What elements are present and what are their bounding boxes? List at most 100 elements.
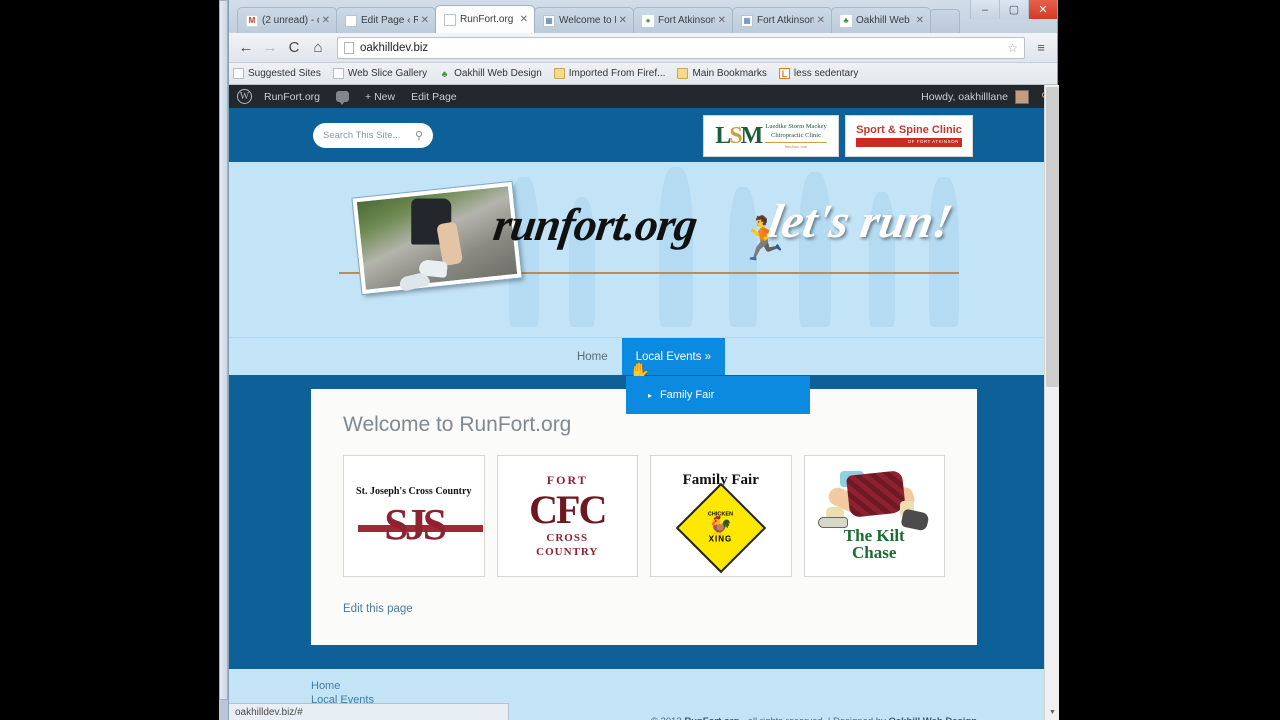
admin-bar-site-name[interactable]: RunFort.org <box>264 91 320 103</box>
howdy-label[interactable]: Howdy, oakhilllane <box>921 91 1008 103</box>
content-card: Welcome to RunFort.org St. Joseph's Cros… <box>311 389 977 645</box>
nav-item-local-events-label: Local Events » <box>635 350 712 363</box>
fort-cross-country-logo[interactable]: FORT CFC CROSS COUNTRY <box>496 455 638 577</box>
window-icon: ▦ <box>543 14 555 27</box>
close-icon[interactable]: ✕ <box>520 14 528 25</box>
screen: M (2 unread) - oakh ✕ Edit Page ‹ RunF ✕… <box>0 0 1280 720</box>
lsm-line2: Chiropractic Clinic <box>771 131 822 139</box>
admin-bar-account: Howdy, oakhilllane ⚲ <box>921 89 1059 104</box>
lsm-chiropractic-logo[interactable]: LSM Luedtke Storm Mackey Chiropractic Cl… <box>703 115 839 157</box>
cfc-monogram: CFC <box>529 487 607 533</box>
content-band: Welcome to RunFort.org St. Joseph's Cros… <box>229 375 1059 669</box>
home-icon[interactable]: ⌂ <box>307 37 329 59</box>
browser-tab[interactable]: ▦ Fort Atkinson Hi ✕ <box>732 7 832 33</box>
search-input[interactable]: Search This Site... <box>323 130 400 141</box>
gmail-icon: M <box>246 14 258 27</box>
cfc-bottom-1: CROSS <box>546 532 589 545</box>
browser-tab[interactable]: M (2 unread) - oakh ✕ <box>237 7 337 33</box>
footer-link-home[interactable]: Home <box>311 681 977 692</box>
tab-label: Edit Page ‹ RunF <box>361 15 418 26</box>
copyright-mid: - all rights reserved. | Designed by <box>739 716 888 720</box>
bookmark-label: Web Slice Gallery <box>347 68 428 79</box>
tab-list: M (2 unread) - oakh ✕ Edit Page ‹ RunF ✕… <box>237 0 1057 33</box>
browser-tab[interactable]: Edit Page ‹ RunF ✕ <box>336 7 436 33</box>
cfc-top: FORT <box>546 473 588 488</box>
close-button[interactable]: ✕ <box>1028 0 1057 19</box>
browser-window: M (2 unread) - oakh ✕ Edit Page ‹ RunF ✕… <box>228 0 1059 720</box>
nav-item-local-events[interactable]: Local Events » ✋ <box>621 338 726 381</box>
bookmark-item[interactable]: Imported From Firef... <box>553 68 666 79</box>
kilt-chase-logo[interactable]: The Kilt Chase <box>803 455 945 577</box>
close-icon[interactable]: ✕ <box>916 15 924 26</box>
bookmark-star-icon[interactable]: ☆ <box>1007 41 1018 55</box>
admin-bar-edit-page[interactable]: Edit Page <box>411 91 457 103</box>
copyright-site: RunFort.org <box>684 716 739 720</box>
bookmark-label: Suggested Sites <box>248 68 321 79</box>
green-dot-icon: ● <box>642 14 654 27</box>
back-icon[interactable]: ← <box>235 37 257 59</box>
document-icon <box>233 68 244 79</box>
submenu-item-family-fair[interactable]: ▸ Family Fair <box>626 380 810 410</box>
sjs-monogram: SJS <box>358 499 484 549</box>
bookmark-item[interactable]: Suggested Sites <box>233 68 321 79</box>
edit-this-page-link[interactable]: Edit this page <box>343 603 945 615</box>
browser-tab[interactable]: ♣ Oakhill Web Des ✕ <box>831 7 931 33</box>
nav-item-home[interactable]: Home <box>563 338 622 375</box>
ssc-sub: OF FORT ATKINSON <box>856 138 962 147</box>
outer-window-scrollbar[interactable] <box>219 0 228 720</box>
page-scrollbar[interactable]: ▲ ▼ <box>1044 85 1059 720</box>
outer-scrollbar-thumb[interactable] <box>219 0 228 700</box>
tree-icon: ♣ <box>840 14 852 27</box>
tab-label: Fort Atkinson Hi <box>658 15 715 26</box>
close-icon[interactable]: ✕ <box>718 15 726 26</box>
tab-label: RunFort.org | Let <box>460 14 517 25</box>
logo-grid: St. Joseph's Cross Country SJS FORT CFC … <box>343 455 945 577</box>
scroll-down-icon[interactable]: ▼ <box>1045 705 1059 720</box>
magnifier-icon[interactable]: ⚲ <box>415 129 423 142</box>
lsm-monogram: LSM <box>715 122 763 149</box>
scrollbar-thumb[interactable] <box>1046 87 1059 387</box>
kilt-runner-illustration <box>814 470 934 533</box>
chevron-right-icon: ▸ <box>647 390 652 400</box>
comment-bubble-icon[interactable] <box>336 91 350 105</box>
site-search[interactable]: Search This Site... ⚲ <box>313 122 433 148</box>
minimize-button[interactable]: – <box>970 0 999 19</box>
family-fair-logo[interactable]: Family Fair CHICKEN 🐓 XING <box>650 455 792 577</box>
submenu-item-label: Family Fair <box>659 389 715 401</box>
bookmark-item[interactable]: ♣ Oakhill Web Design <box>439 68 542 79</box>
close-icon[interactable]: ✕ <box>322 15 330 26</box>
sport-spine-clinic-logo[interactable]: Sport & Spine Clinic OF FORT ATKINSON <box>845 115 973 157</box>
maximize-button[interactable]: ▢ <box>999 0 1028 19</box>
tab-label: Oakhill Web Des <box>856 15 913 26</box>
browser-tab-active[interactable]: RunFort.org | Let ✕ <box>435 5 535 33</box>
cfc-bottom: CROSS COUNTRY <box>536 532 598 558</box>
page-info-icon[interactable] <box>344 41 354 54</box>
bookmark-label: Imported From Firef... <box>568 68 666 79</box>
sign-bottom-text: XING <box>708 534 733 544</box>
new-tab-button[interactable] <box>930 9 960 33</box>
copyright-notice: © 2013 RunFort.org - all rights reserved… <box>651 716 977 720</box>
ssc-title: Sport & Spine Clinic <box>856 124 962 137</box>
bookmarks-bar: Suggested Sites Web Slice Gallery ♣ Oakh… <box>229 63 1057 85</box>
copyright-designer: Oakhill Web Design <box>888 716 977 720</box>
cfc-bottom-2: COUNTRY <box>536 545 599 558</box>
browser-menu-icon[interactable]: ≡ <box>1031 40 1051 55</box>
lsm-line1: Luedtke Storm Mackey <box>765 123 827 131</box>
close-icon[interactable]: ✕ <box>817 15 825 26</box>
st-josephs-cross-country-logo[interactable]: St. Joseph's Cross Country SJS <box>343 455 485 577</box>
admin-bar-new-button[interactable]: + New <box>365 91 395 103</box>
close-icon[interactable]: ✕ <box>421 15 429 26</box>
bookmark-item[interactable]: Main Bookmarks <box>677 68 767 79</box>
address-bar[interactable]: oakhilldev.biz ☆ <box>337 36 1025 59</box>
bookmark-item[interactable]: L less sedentary <box>778 68 858 79</box>
close-icon[interactable]: ✕ <box>619 15 627 26</box>
page-viewport: W RunFort.org + New Edit Page Howdy, oak… <box>229 85 1059 720</box>
browser-tab[interactable]: ▦ Welcome to Run ✕ <box>534 7 634 33</box>
forward-icon[interactable]: → <box>259 37 281 59</box>
banner-logo[interactable]: runfort.org 🏃 let's run! <box>339 176 979 296</box>
reload-icon[interactable]: C <box>283 37 305 59</box>
browser-tab[interactable]: ● Fort Atkinson Hi ✕ <box>633 7 733 33</box>
avatar[interactable] <box>1014 89 1029 104</box>
bookmark-item[interactable]: Web Slice Gallery <box>332 68 428 79</box>
wordpress-logo-icon[interactable]: W <box>237 89 252 104</box>
